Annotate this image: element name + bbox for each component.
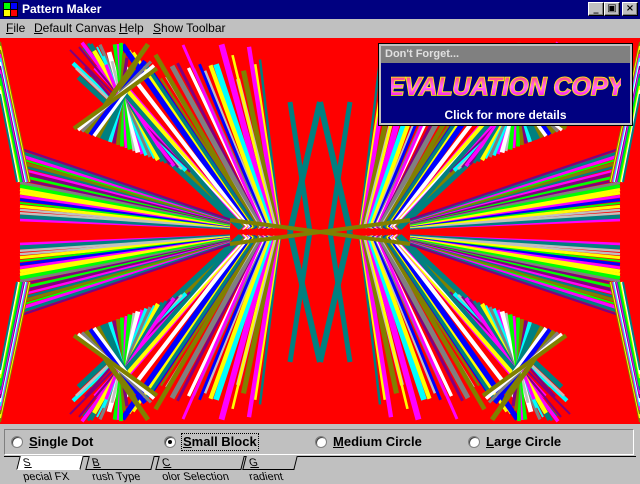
tab-special-fx[interactable]: Special FX — [16, 456, 84, 483]
close-button[interactable]: × — [622, 2, 638, 16]
radio-selected-dot — [168, 440, 172, 444]
brush-toolbar: Single Dot Small Block Medium Circle Lar… — [0, 424, 640, 483]
radio-label: Large Circle — [486, 434, 562, 449]
radio-button-icon — [468, 436, 480, 448]
title-bar: Pattern Maker _ ▣ × — [0, 0, 640, 19]
radio-button-icon — [164, 436, 176, 448]
window-title: Pattern Maker — [22, 2, 102, 16]
tab-strip: Special FX Brush Type Color Selection Gr… — [4, 456, 636, 483]
menu-bar: File Default Canvas Help Show Toolbar — [0, 19, 640, 38]
tab-color-selection[interactable]: Color Selection — [155, 456, 245, 483]
radio-label: Medium Circle — [333, 434, 422, 449]
evaluation-copy-text: EVALUATION COPY — [391, 73, 621, 101]
maximize-button[interactable]: ▣ — [604, 2, 620, 16]
brush-options-panel: Single Dot Small Block Medium Circle Lar… — [4, 429, 634, 455]
menu-help[interactable]: Help — [119, 21, 144, 36]
evaluation-copy-logo: EVALUATION COPY — [391, 72, 621, 102]
banner-header: Don't Forget... — [381, 46, 630, 63]
minimize-button[interactable]: _ — [588, 2, 604, 16]
more-details-link[interactable]: Click for more details — [381, 108, 630, 122]
radio-button-icon — [11, 436, 23, 448]
radio-button-icon — [315, 436, 327, 448]
menu-file[interactable]: File — [6, 21, 25, 36]
menu-show-toolbar[interactable]: Show Toolbar — [153, 21, 226, 36]
tab-brush-type[interactable]: Brush Type — [85, 456, 155, 483]
tab-gradient[interactable]: Gradient — [242, 456, 298, 483]
evaluation-banner[interactable]: Don't Forget... EVALUATION COPY Click fo… — [379, 44, 632, 125]
menu-default-canvas[interactable]: Default Canvas — [34, 21, 116, 36]
app-icon — [3, 2, 18, 17]
radio-label: Single Dot — [29, 434, 94, 449]
radio-label: Small Block — [181, 433, 259, 451]
